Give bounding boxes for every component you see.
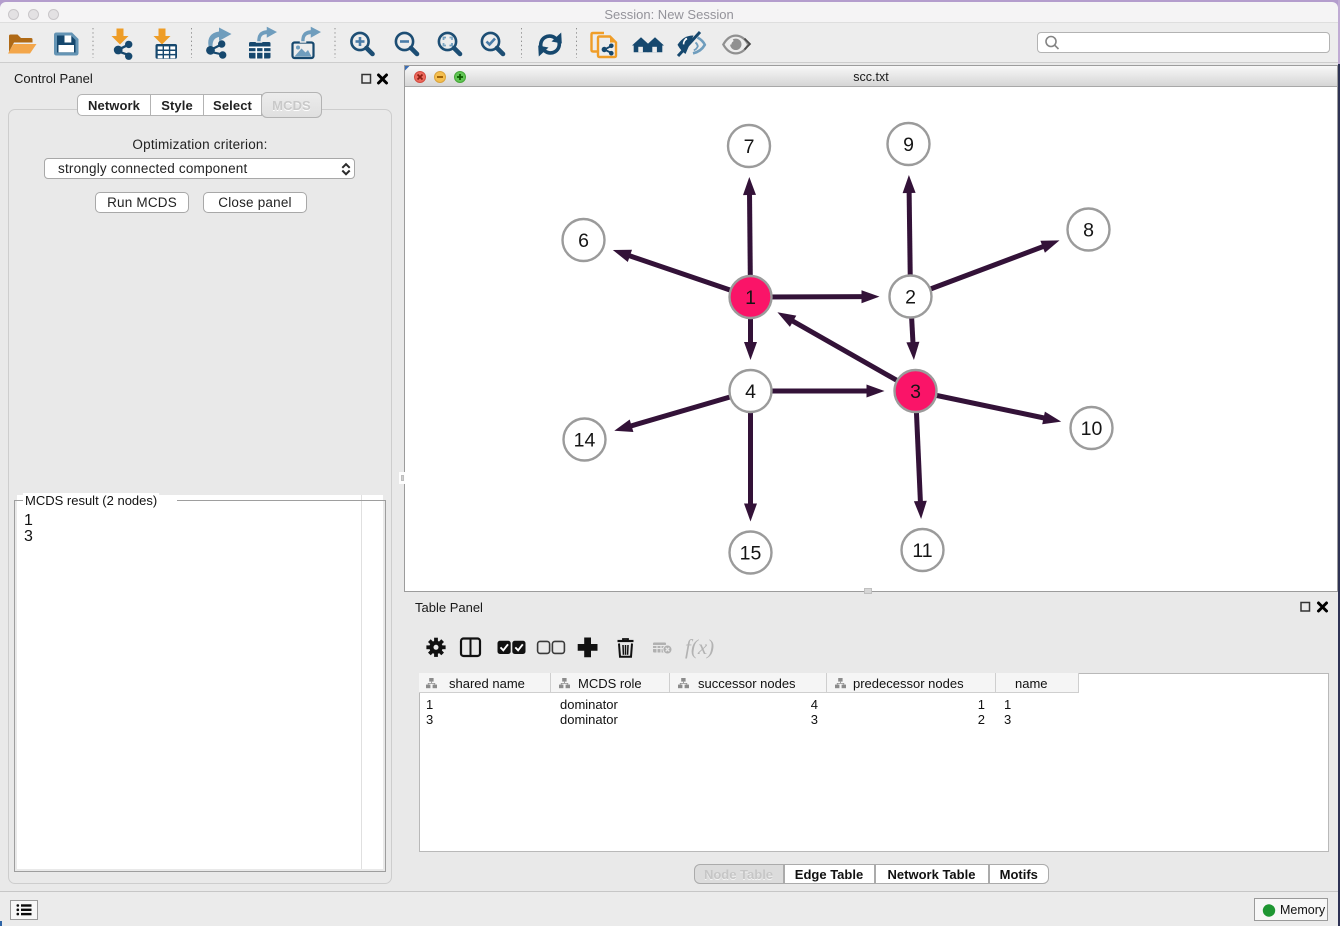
svg-text:3: 3 bbox=[910, 381, 921, 403]
svg-text:15: 15 bbox=[740, 543, 762, 565]
svg-text:f(x): f(x) bbox=[685, 635, 714, 659]
svg-text:10: 10 bbox=[1081, 418, 1103, 440]
svg-text:7: 7 bbox=[744, 136, 755, 158]
svg-text:4: 4 bbox=[745, 381, 756, 403]
svg-text:11: 11 bbox=[912, 540, 932, 562]
svg-text:1: 1 bbox=[745, 287, 756, 309]
svg-text:14: 14 bbox=[574, 430, 596, 452]
svg-text:2: 2 bbox=[905, 287, 916, 309]
svg-text:8: 8 bbox=[1083, 220, 1094, 242]
svg-text:9: 9 bbox=[903, 134, 914, 156]
svg-text:6: 6 bbox=[578, 230, 589, 252]
